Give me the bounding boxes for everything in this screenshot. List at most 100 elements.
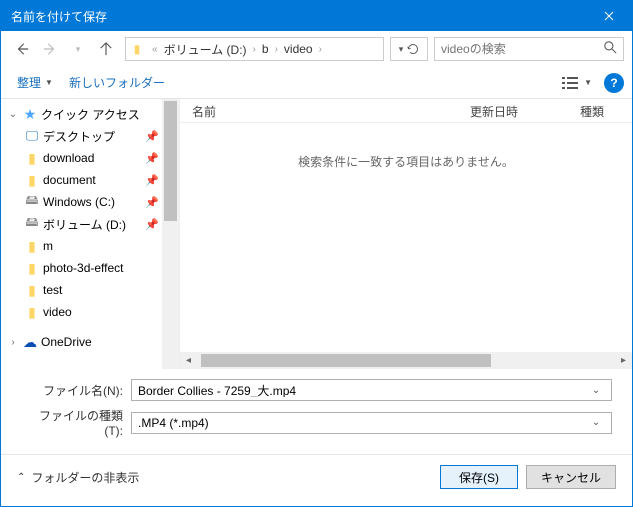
folder-icon: ▮ <box>23 304 41 321</box>
column-type[interactable]: 種類 <box>568 99 632 122</box>
tree-item[interactable]: ▮download 📌 <box>1 147 179 169</box>
filename-label: ファイル名(N): <box>21 382 131 399</box>
close-icon <box>604 11 614 21</box>
filename-field[interactable] <box>138 383 587 397</box>
tree-label: m <box>43 239 53 253</box>
form-area: ファイル名(N): ⌄ ファイルの種類(T): .MP4 (*.mp4) ⌄ <box>1 369 632 450</box>
chevron-left-icon: « <box>148 44 162 55</box>
tree-item[interactable]: ▮video <box>1 301 179 323</box>
horizontal-scrollbar[interactable]: ◂ ▸ <box>180 352 632 369</box>
close-button[interactable] <box>586 1 632 31</box>
chevron-down-icon: ▾ <box>399 44 404 55</box>
tree-label: Windows (C:) <box>43 195 115 209</box>
recent-dropdown[interactable]: ▾ <box>65 36 91 62</box>
folder-icon: ▮ <box>23 238 41 255</box>
search-field[interactable] <box>441 42 604 56</box>
tree-label: OneDrive <box>41 335 92 349</box>
tree-item[interactable]: 🖴ボリューム (D:) 📌 <box>1 213 179 235</box>
footer: ⌃ フォルダーの非表示 保存(S) キャンセル <box>1 455 632 501</box>
scroll-right-icon[interactable]: ▸ <box>615 352 632 369</box>
filename-input[interactable]: ⌄ <box>131 379 612 401</box>
tree-label: document <box>43 173 96 187</box>
file-list[interactable]: 名前 更新日時 種類 検索条件に一致する項目はありません。 ◂ ▸ <box>179 99 632 369</box>
tree-label: video <box>43 305 72 319</box>
folder-icon: ▮ <box>126 42 148 56</box>
forward-button[interactable] <box>37 36 63 62</box>
drive-icon: 🖴 <box>23 213 41 235</box>
monitor-icon: 🖵 <box>23 128 41 144</box>
tree-label: download <box>43 151 94 165</box>
scrollbar-thumb[interactable] <box>164 101 177 221</box>
pin-icon: 📌 <box>145 174 159 187</box>
tree-label: photo-3d-effect <box>43 261 124 275</box>
folder-icon: ▮ <box>23 282 41 299</box>
breadcrumb[interactable]: ▮ « ボリューム (D:) › b › video › <box>125 37 384 61</box>
cloud-icon: ☁ <box>21 334 39 351</box>
chevron-down-icon: ▾ <box>76 44 81 55</box>
refresh-icon <box>407 43 419 55</box>
back-button[interactable] <box>9 36 35 62</box>
chevron-down-icon[interactable]: ⌄ <box>7 109 19 120</box>
filetype-label: ファイルの種類(T): <box>21 407 131 438</box>
hide-folders-label: フォルダーの非表示 <box>31 469 139 486</box>
new-folder-button[interactable]: 新しいフォルダー <box>61 70 173 95</box>
empty-message: 検索条件に一致する項目はありません。 <box>180 123 632 170</box>
chevron-right-icon[interactable]: › <box>7 337 19 348</box>
arrow-right-icon <box>43 42 57 56</box>
save-button[interactable]: 保存(S) <box>440 465 518 489</box>
pin-icon: 📌 <box>145 152 159 165</box>
chevron-right-icon: › <box>315 44 326 55</box>
search-icon[interactable] <box>604 41 617 57</box>
chevron-down-icon: ▼ <box>584 78 592 87</box>
refresh-area[interactable]: ▾ <box>390 37 428 61</box>
pin-icon: 📌 <box>145 218 159 231</box>
pin-icon: 📌 <box>145 196 159 209</box>
toolbar: 整理 ▼ 新しいフォルダー ▼ ? <box>1 67 632 99</box>
folder-icon: ▮ <box>23 150 41 167</box>
scroll-left-icon[interactable]: ◂ <box>180 352 197 369</box>
star-icon: ★ <box>21 106 39 123</box>
chevron-down-icon[interactable]: ⌄ <box>587 417 605 428</box>
view-icon <box>562 77 578 89</box>
folder-icon: ▮ <box>23 172 41 189</box>
folder-tree[interactable]: ⌄ ★ クイック アクセス 🖵デスクトップ📌 ▮download📌 ▮docum… <box>1 99 179 369</box>
scrollbar-thumb[interactable] <box>201 354 491 367</box>
column-name[interactable]: 名前 <box>180 99 458 122</box>
search-input[interactable] <box>434 37 624 61</box>
tree-item[interactable]: ▮document 📌 <box>1 169 179 191</box>
arrow-up-icon <box>99 42 113 56</box>
tree-item[interactable]: ▮m <box>1 235 179 257</box>
pin-icon: 📌 <box>145 130 159 143</box>
column-date[interactable]: 更新日時 <box>458 99 568 122</box>
drive-icon: 🖴 <box>23 191 41 213</box>
chevron-up-icon: ⌃ <box>17 472 25 483</box>
tree-item[interactable]: ▮test <box>1 279 179 301</box>
chevron-right-icon: › <box>249 44 260 55</box>
tree-scrollbar[interactable] <box>162 99 179 369</box>
tree-item[interactable]: ▮photo-3d-effect <box>1 257 179 279</box>
view-options[interactable]: ▼ <box>558 73 596 93</box>
tree-label: クイック アクセス <box>41 106 140 123</box>
up-button[interactable] <box>93 36 119 62</box>
tree-label: デスクトップ <box>43 128 115 145</box>
tree-item[interactable]: 🖴Windows (C:) 📌 <box>1 191 179 213</box>
chevron-right-icon: › <box>271 44 282 55</box>
organize-label: 整理 <box>17 74 41 91</box>
chevron-down-icon[interactable]: ⌄ <box>587 385 605 396</box>
tree-onedrive[interactable]: › ☁ OneDrive <box>1 331 179 353</box>
breadcrumb-segment[interactable]: video <box>282 42 315 56</box>
filetype-value: .MP4 (*.mp4) <box>138 416 587 430</box>
tree-item[interactable]: 🖵デスクトップ 📌 <box>1 125 179 147</box>
filetype-select[interactable]: .MP4 (*.mp4) ⌄ <box>131 412 612 434</box>
cancel-button[interactable]: キャンセル <box>526 465 616 489</box>
breadcrumb-segment[interactable]: b <box>260 42 271 56</box>
organize-menu[interactable]: 整理 ▼ <box>9 70 61 95</box>
breadcrumb-segment[interactable]: ボリューム (D:) <box>162 41 249 58</box>
new-folder-label: 新しいフォルダー <box>69 74 165 91</box>
tree-label: ボリューム (D:) <box>43 216 126 233</box>
help-button[interactable]: ? <box>604 73 624 93</box>
hide-folders-toggle[interactable]: ⌃ フォルダーの非表示 <box>17 469 139 486</box>
arrow-left-icon <box>15 42 29 56</box>
tree-quick-access[interactable]: ⌄ ★ クイック アクセス <box>1 103 179 125</box>
chevron-down-icon: ▼ <box>45 78 53 87</box>
